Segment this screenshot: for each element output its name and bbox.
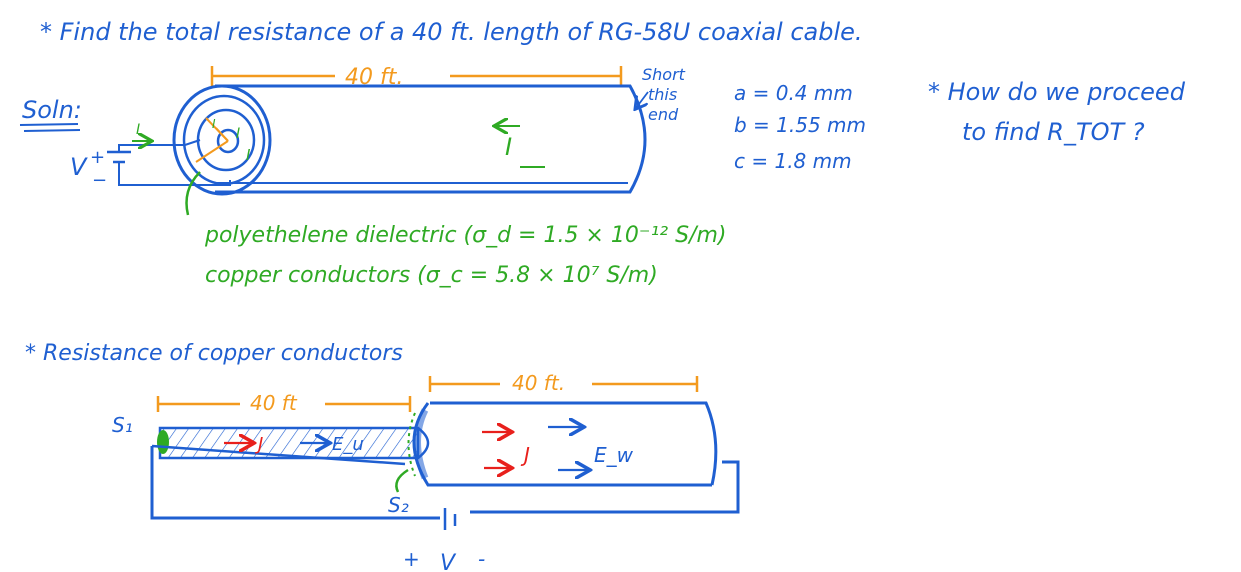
bottom-source-label: V: [440, 551, 457, 572]
bottom-right-length-label: 40 ft.: [512, 371, 565, 395]
bottom-left-length-label: 40 ft: [250, 391, 298, 415]
bottom-source-minus: -: [478, 547, 485, 571]
inner-current-label-2: I: [246, 146, 251, 164]
dimension-b: b = 1.55 mm: [734, 113, 866, 137]
outer-conductor-top: [430, 401, 718, 486]
top-cable-body: [215, 84, 647, 194]
bottom-coax-cable: 40 ft 40 ft. S₁ S₂ J E_u J E_w + V -: [112, 371, 740, 572]
solution-underline: [19, 123, 81, 132]
inner-current-label-3: I: [212, 117, 216, 131]
lecture-slide: * Find the total resistance of a 40 ft. …: [0, 0, 1241, 572]
surface-s2-label: S₂: [388, 493, 409, 517]
inner-conductor-rod: [158, 426, 420, 460]
source-plus: +: [90, 147, 105, 168]
conductor-spec: copper conductors (σ_c = 5.8 × 10⁷ S/m): [205, 263, 658, 288]
top-current-label: I: [505, 133, 512, 161]
dimension-a: a = 0.4 mm: [734, 81, 853, 105]
surface-s1: [157, 430, 169, 454]
outer-e-label: E_w: [594, 443, 634, 467]
inner-current-label-1: I: [236, 126, 240, 142]
bottom-source-plus: +: [403, 547, 420, 571]
solution-label: Soln:: [22, 96, 82, 124]
source-current-label: I: [136, 122, 140, 138]
top-coax-cable: 40 ft. I I I I V + − I Short this end: [70, 65, 686, 216]
return-conductor: [470, 460, 740, 514]
question-line-1: * How do we proceed: [928, 78, 1186, 106]
outer-conductor-shell: [412, 402, 712, 487]
outer-conductor-end-hatch: [414, 408, 429, 480]
surface-s1-label: S₁: [112, 413, 133, 437]
dimension-c: c = 1.8 mm: [734, 149, 852, 173]
source-minus: −: [92, 170, 107, 191]
inner-e-label: E_u: [332, 434, 364, 455]
short-note-line-1: Short: [642, 65, 686, 84]
source-wire-top: [118, 139, 201, 152]
s2-pointer: [395, 468, 409, 493]
question-line-2: to find R_TOT ?: [962, 118, 1145, 146]
outer-jacket-ring: [172, 84, 272, 196]
dielectric-spec: polyethelene dielectric (σ_d = 1.5 × 10⁻…: [204, 223, 727, 248]
source-label: V: [70, 153, 88, 181]
whiteboard-canvas: * Find the total resistance of a 40 ft. …: [19, 18, 1186, 572]
outer-j-label: J: [520, 443, 530, 467]
short-note-line-3: end: [648, 105, 679, 124]
problem-statement: * Find the total resistance of a 40 ft. …: [40, 18, 863, 46]
section-heading: * Resistance of copper conductors: [25, 341, 403, 366]
short-note-line-2: this: [648, 85, 677, 104]
